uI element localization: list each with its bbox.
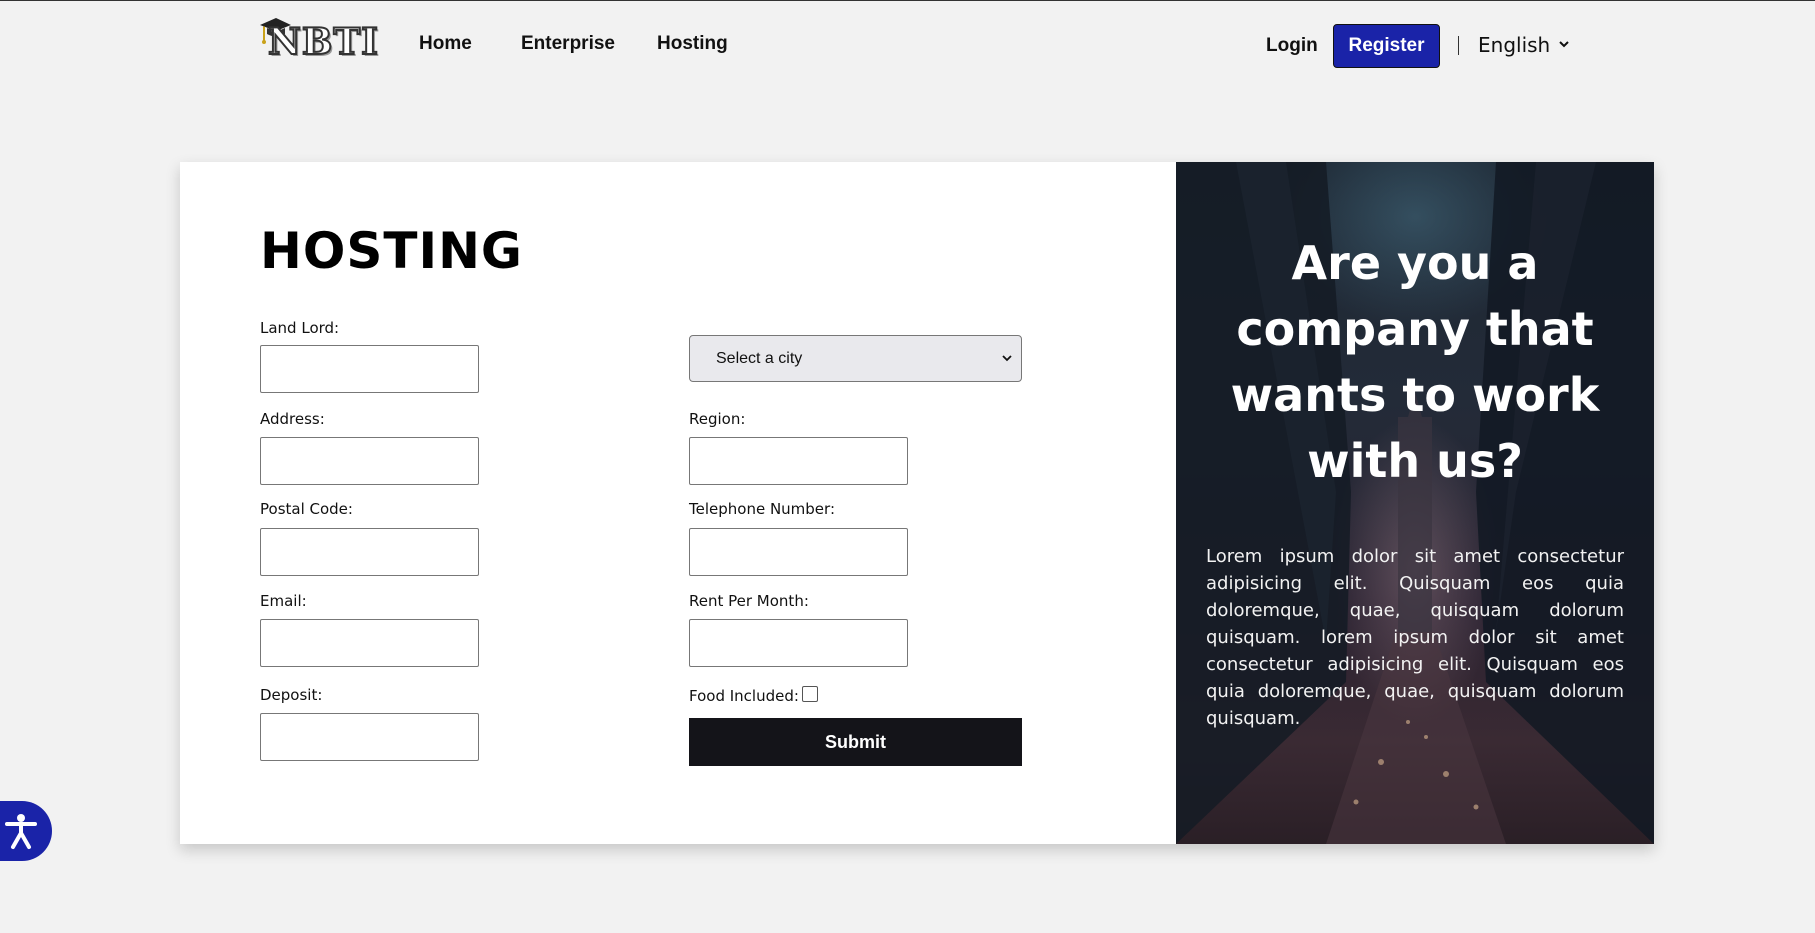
page-title: HOSTING (260, 222, 523, 280)
chevron-down-icon (1002, 355, 1012, 362)
nav-enterprise-link[interactable]: Enterprise (521, 33, 615, 55)
login-link[interactable]: Login (1266, 35, 1318, 57)
email-input[interactable] (260, 619, 479, 667)
food-included-label: Food Included: (689, 687, 799, 705)
region-label: Region: (689, 410, 746, 428)
language-divider (1458, 36, 1459, 55)
region-input[interactable] (689, 437, 908, 485)
accessibility-icon (5, 814, 37, 849)
deposit-label: Deposit: (260, 686, 323, 704)
top-navigation: NBTI Home Enterprise Hosting Login Regis… (0, 1, 1815, 91)
telephone-input[interactable] (689, 528, 908, 576)
city-select[interactable]: Select a city (689, 335, 1022, 382)
promo-heading: Are you a company that wants to work wit… (1230, 236, 1600, 488)
chevron-down-icon[interactable] (1558, 39, 1570, 49)
nav-home-link[interactable]: Home (419, 33, 472, 55)
site-logo[interactable]: NBTI (258, 15, 379, 64)
hosting-card: HOSTING Land Lord: Address: Postal Code:… (180, 162, 1654, 844)
nav-hosting-link[interactable]: Hosting (657, 33, 728, 55)
rent-input[interactable] (689, 619, 908, 667)
city-select-value: Select a city (716, 349, 803, 367)
postal-code-input[interactable] (260, 528, 479, 576)
landlord-label: Land Lord: (260, 319, 340, 337)
address-label: Address: (260, 410, 325, 428)
telephone-label: Telephone Number: (689, 500, 835, 518)
postal-code-label: Postal Code: (260, 500, 353, 518)
language-selector[interactable]: English (1478, 33, 1550, 57)
submit-button[interactable]: Submit (689, 718, 1022, 766)
email-label: Email: (260, 592, 307, 610)
deposit-input[interactable] (260, 713, 479, 761)
address-input[interactable] (260, 437, 479, 485)
rent-label: Rent Per Month: (689, 592, 809, 610)
accessibility-button[interactable] (0, 801, 52, 861)
promo-description: Lorem ipsum dolor sit amet consectetur a… (1206, 546, 1624, 729)
food-included-checkbox[interactable] (802, 686, 818, 702)
register-button[interactable]: Register (1333, 24, 1440, 68)
landlord-input[interactable] (260, 345, 479, 393)
logo-text: NBTI (267, 20, 379, 64)
promo-panel: Are you a company that wants to work wit… (1176, 162, 1654, 844)
